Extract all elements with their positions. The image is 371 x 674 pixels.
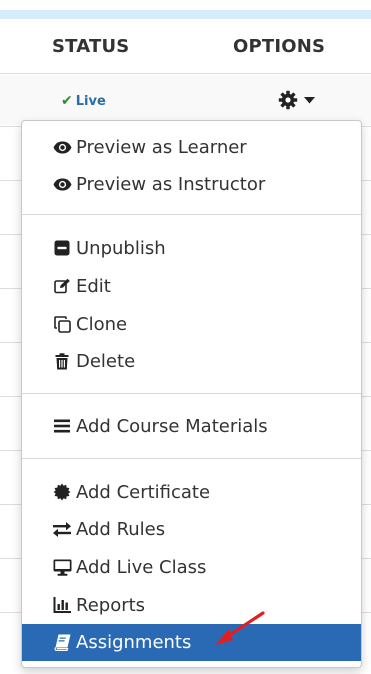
options-column-header: OPTIONS [233,36,326,57]
menu-item-label: Clone [76,313,128,335]
trash-icon [52,351,72,371]
menu-item-label: Add Certificate [76,481,211,503]
menu-item-assignments[interactable]: Assignments [22,624,361,661]
row-divider [0,180,22,181]
menu-item-unpublish[interactable]: Unpublish [22,230,361,266]
menu-item-preview-learner[interactable]: Preview as Learner [22,129,361,165]
row-divider [0,504,22,505]
menu-item-add-certificate[interactable]: Add Certificate [22,474,361,510]
menu-item-label: Delete [76,350,136,372]
menu-item-clone[interactable]: Clone [22,306,361,342]
options-dropdown-toggle[interactable] [278,90,315,110]
minus-square-icon [52,238,72,258]
gear-icon [278,90,298,110]
eye-icon [52,137,72,157]
menu-item-add-live-class[interactable]: Add Live Class [22,549,361,585]
menu-item-add-rules[interactable]: Add Rules [22,511,361,547]
row-divider [0,342,22,343]
menu-item-label: Preview as Instructor [76,173,266,195]
status-column-header: STATUS [52,36,130,57]
menu-item-label: Add Course Materials [76,415,268,437]
row-divider [0,288,22,289]
status-badge: ✔ Live [61,93,106,109]
row-divider [0,450,22,451]
menu-divider [22,458,361,459]
clone-icon [52,314,72,334]
table-row: ✔ Live [0,75,371,125]
menu-item-label: Add Rules [76,518,166,540]
menu-item-label: Assignments [76,632,192,653]
menu-item-add-course-materials[interactable]: Add Course Materials [22,408,361,444]
row-divider [0,612,22,613]
bars-icon [52,416,72,436]
eye-icon [52,174,72,194]
row-divider [0,396,22,397]
row-divider [0,234,22,235]
table-header-row: STATUS OPTIONS [0,22,371,74]
bar-chart-icon [52,595,72,615]
certificate-icon [52,482,72,502]
options-dropdown-menu: Preview as Learner Preview as Instructor… [21,120,362,668]
caret-down-icon [304,96,315,103]
header-strip [0,10,371,19]
menu-item-label: Preview as Learner [76,136,247,158]
menu-item-label: Add Live Class [76,556,207,578]
menu-item-delete[interactable]: Delete [22,343,361,379]
menu-item-label: Reports [76,594,146,616]
exchange-icon [52,519,72,539]
edit-icon [52,276,72,296]
menu-item-edit[interactable]: Edit [22,268,361,304]
status-label: Live [75,93,106,109]
check-icon: ✔ [61,93,73,109]
book-icon [52,633,72,653]
menu-item-preview-instructor[interactable]: Preview as Instructor [22,166,361,202]
row-divider [0,558,22,559]
desktop-icon [52,557,72,577]
menu-item-reports[interactable]: Reports [22,587,361,623]
menu-divider [22,393,361,394]
menu-divider [22,214,361,215]
menu-item-label: Edit [76,275,111,297]
menu-item-label: Unpublish [76,237,166,259]
